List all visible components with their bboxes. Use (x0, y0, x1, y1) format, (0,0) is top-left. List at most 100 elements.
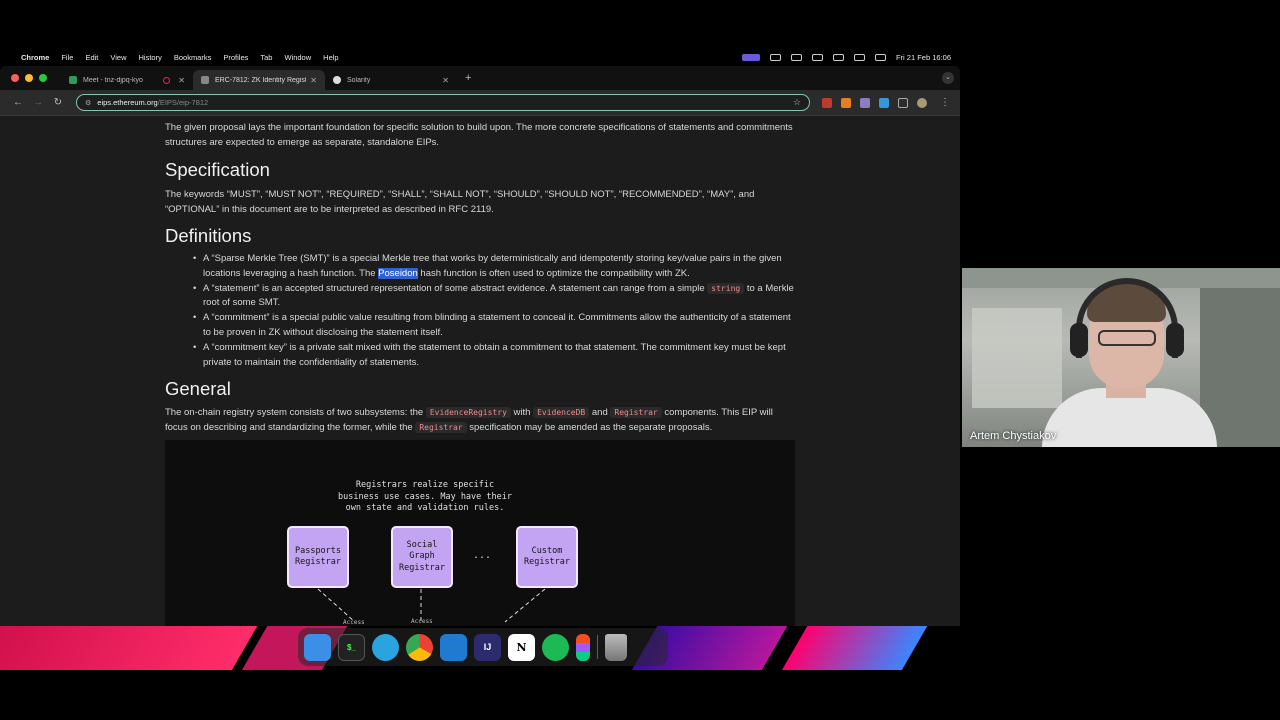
list-item: A “Sparse Merkle Tree (SMT)” is a specia… (165, 252, 797, 282)
def-text: A “statement” is an accepted structured … (203, 282, 708, 294)
meet-favicon-icon (69, 76, 77, 84)
intro-paragraph: The given proposal lays the important fo… (165, 122, 793, 148)
background-window (972, 308, 1062, 408)
menu-view[interactable]: View (110, 53, 126, 62)
new-tab-icon[interactable]: + (465, 72, 471, 84)
address-bar[interactable]: ⚙ eips.ethereum.org/EIPS/eip-7812 ☆ (76, 94, 810, 111)
menu-file[interactable]: File (61, 53, 73, 62)
menu-tab[interactable]: Tab (260, 53, 272, 62)
terminal-icon[interactable]: $_ (338, 633, 365, 661)
profile-avatar[interactable] (917, 97, 927, 108)
dashed-connector (504, 588, 546, 623)
zoom-window-button[interactable] (39, 74, 47, 82)
menu-bookmarks[interactable]: Bookmarks (174, 53, 212, 62)
spotify-icon[interactable] (542, 633, 569, 661)
extensions-area: ⋮ (822, 97, 950, 108)
gen-text: The on-chain registry system consists of… (165, 407, 426, 418)
diagram-connectors (317, 588, 546, 623)
vscode-icon[interactable] (440, 633, 467, 661)
back-icon[interactable]: ← (8, 97, 28, 108)
extension-icon[interactable] (879, 97, 889, 108)
extensions-puzzle-icon[interactable] (898, 97, 908, 108)
dock: $_ IJ N (298, 628, 668, 666)
screen-share-icon[interactable] (741, 53, 760, 61)
menu-edit[interactable]: Edit (85, 53, 98, 62)
eip-favicon-icon (201, 76, 209, 84)
close-window-button[interactable] (11, 74, 19, 82)
status-icon[interactable] (769, 53, 781, 61)
general-heading-wrap: General (165, 378, 797, 400)
intellij-icon[interactable]: IJ (474, 633, 501, 661)
more-menu-icon[interactable]: ⋮ (940, 97, 950, 108)
forward-icon[interactable]: → (28, 97, 48, 108)
menu-bar: Chrome File Edit View History Bookmarks … (0, 50, 960, 64)
extension-icon[interactable] (860, 97, 870, 108)
inline-code: Registrar (610, 407, 662, 418)
list-item: A “commitment” is a special public value… (165, 311, 797, 341)
minimize-window-button[interactable] (25, 74, 33, 82)
tab-title: Solarity (347, 76, 371, 84)
general-heading: General (165, 378, 231, 399)
registry-diagram: Registrars realize specific business use… (165, 440, 795, 626)
selected-text[interactable]: Poseidon (378, 267, 418, 279)
keyboard-input-icon[interactable] (811, 53, 823, 61)
headphones-band (1076, 278, 1178, 358)
menu-chrome[interactable]: Chrome (21, 53, 49, 62)
wallpaper-stripe (772, 626, 928, 670)
specification-paragraph: The keywords “MUST”, “MUST NOT”, “REQUIR… (165, 189, 755, 215)
menu-help[interactable]: Help (323, 53, 338, 62)
battery-icon[interactable] (832, 53, 844, 61)
spec-heading-wrap: Specification (165, 159, 797, 181)
list-item: A “commitment key” is a private salt mix… (165, 341, 797, 371)
inline-code: Registrar (415, 422, 467, 433)
dashed-connector (317, 588, 356, 623)
menu-window[interactable]: Window (284, 53, 311, 62)
custom-registrar-box: Custom Registrar (516, 526, 578, 588)
site-info-icon[interactable]: ⚙ (85, 99, 91, 107)
webcam-video: Artem Chystiakov (962, 268, 1280, 447)
def-text: hash function is often used to optimize … (417, 267, 690, 279)
clock[interactable]: Fri 21 Feb 16:06 (896, 53, 951, 62)
figma-icon[interactable] (576, 633, 590, 661)
wifi-icon[interactable] (853, 53, 865, 61)
spec-text-wrap: The keywords “MUST”, “MUST NOT”, “REQUIR… (165, 187, 797, 217)
intro-paragraph-wrap: The given proposal lays the important fo… (165, 120, 797, 150)
definitions-heading-wrap: Definitions (165, 225, 797, 247)
menu-history[interactable]: History (139, 53, 162, 62)
headphones-icon[interactable] (790, 53, 802, 61)
telegram-icon[interactable] (372, 633, 399, 661)
close-tab-icon[interactable]: ✕ (442, 76, 449, 85)
browser-window: Meet - tnz-djpq-kyo ✕ ERC-7812: ZK Ident… (0, 66, 960, 626)
metamask-extension-icon[interactable] (841, 97, 851, 108)
trash-icon[interactable] (605, 633, 627, 661)
tab-meet[interactable]: Meet - tnz-djpq-kyo ✕ (61, 70, 193, 90)
gen-text: specification may be amended as the sepa… (466, 422, 713, 433)
diagram-ellipsis: ... (473, 550, 492, 561)
wallpaper-stripe (0, 626, 258, 670)
github-favicon-icon (333, 76, 341, 84)
gen-text: and (589, 407, 611, 418)
gen-text: with (510, 407, 534, 418)
control-center-icon[interactable] (874, 53, 886, 61)
adblock-extension-icon[interactable] (822, 97, 832, 108)
page-content: The given proposal lays the important fo… (0, 117, 960, 626)
close-tab-icon[interactable]: ✕ (178, 76, 185, 85)
headphone-cup (1070, 323, 1088, 357)
inline-code: string (707, 282, 745, 294)
tab-erc-7812[interactable]: ERC-7812: ZK Identity Registry ✕ (193, 70, 325, 90)
glasses (1098, 330, 1156, 346)
reload-icon[interactable]: ↻ (48, 97, 68, 108)
finder-icon[interactable] (304, 633, 331, 661)
notion-icon[interactable]: N (508, 633, 535, 661)
chrome-icon[interactable] (406, 633, 433, 661)
bookmark-star-icon[interactable]: ☆ (793, 97, 801, 108)
tab-search-icon[interactable]: ⌄ (942, 72, 954, 84)
menu-profiles[interactable]: Profiles (223, 53, 248, 62)
status-area: Fri 21 Feb 16:06 (741, 50, 951, 64)
definitions-list: A “Sparse Merkle Tree (SMT)” is a specia… (165, 252, 797, 370)
tab-solarity[interactable]: Solarity ✕ (325, 70, 457, 90)
headphone-cup (1166, 323, 1184, 357)
passports-registrar-box: Passports Registrar (287, 526, 349, 588)
close-tab-icon[interactable]: ✕ (310, 76, 317, 85)
inline-code: EvidenceDB (533, 407, 590, 418)
